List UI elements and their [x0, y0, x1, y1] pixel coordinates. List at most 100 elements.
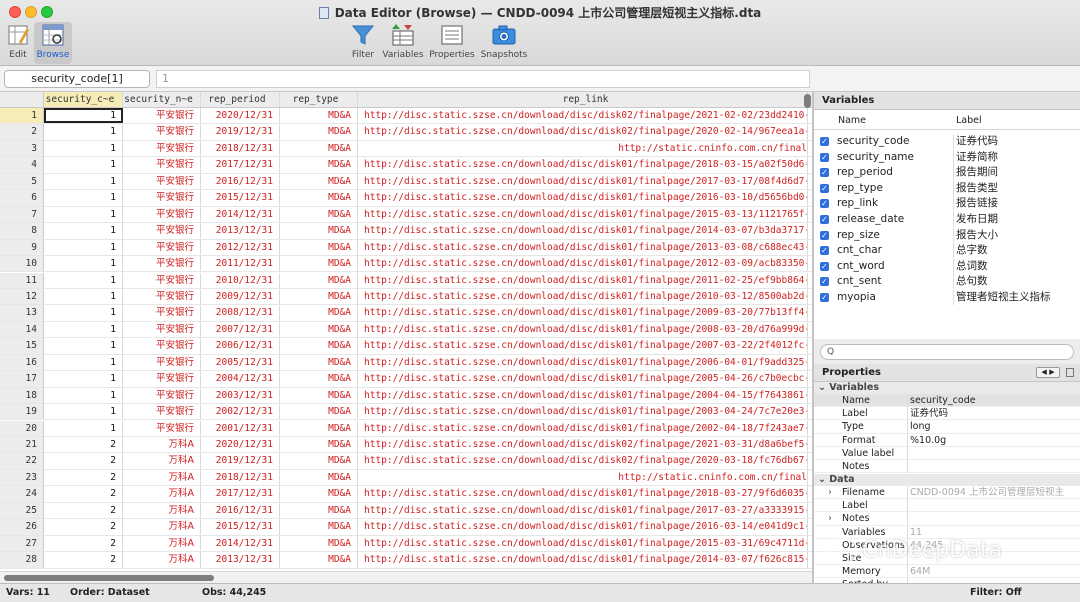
property-value[interactable]: 64M	[910, 565, 1074, 578]
cell-rep-type[interactable]: MD&A	[280, 519, 358, 535]
table-row[interactable]: 21 2 万科A 2020/12/31 MD&A http://disc.static.s…	[0, 437, 812, 454]
cell-rep-period[interactable]: 2014/12/31	[201, 206, 280, 223]
cell-rep-period[interactable]: 2013/12/31	[201, 552, 280, 568]
expand-icon[interactable]: ›	[828, 486, 832, 499]
table-row[interactable]: 19 1 平安银行 2002/12/31 MD&A http://disc.static.…	[0, 404, 812, 421]
cell-rep-type[interactable]: MD&A	[280, 256, 358, 272]
table-row[interactable]: 2 1 平安银行 2019/12/31 MD&A http://disc.static.s…	[0, 124, 812, 141]
table-row[interactable]: 12 1 平安银行 2009/12/31 MD&A http://disc.static.…	[0, 288, 812, 306]
cell-security-name[interactable]: 平安银行	[123, 108, 201, 124]
cell-rep-period[interactable]: 2003/12/31	[201, 387, 280, 404]
variable-item[interactable]: cnt_char总字数	[814, 243, 1080, 259]
property-value[interactable]: long	[910, 420, 1074, 433]
table-row[interactable]: 9 1 平安银行 2012/12/31 MD&A http://disc.static.s…	[0, 239, 812, 256]
cell-rep-link[interactable]: http://disc.static.szse.cn/download/disc…	[358, 190, 808, 206]
property-row[interactable]: Label	[814, 499, 1080, 513]
properties-section-data[interactable]: ⌄ Data	[814, 474, 1080, 486]
variable-item[interactable]: release_date发布日期	[814, 212, 1080, 228]
variable-item[interactable]: rep_link报告链接	[814, 196, 1080, 212]
cell-rep-period[interactable]: 2017/12/31	[201, 157, 280, 173]
cell-rep-period[interactable]: 2013/12/31	[201, 223, 280, 239]
cell-rep-period[interactable]: 2016/12/31	[201, 502, 280, 519]
table-row[interactable]: 28 2 万科A 2013/12/31 MD&A http://disc.static.s…	[0, 552, 812, 569]
cell-rep-type[interactable]: MD&A	[280, 140, 358, 157]
property-value[interactable]: %10.0g	[910, 434, 1074, 447]
cell-security-code[interactable]: 1	[44, 288, 123, 305]
variable-visible-checkbox[interactable]	[820, 181, 829, 196]
cell-rep-type[interactable]: MD&A	[280, 502, 358, 519]
cell-rep-link[interactable]: http://disc.static.szse.cn/download/disc…	[358, 519, 808, 535]
cell-rep-type[interactable]: MD&A	[280, 223, 358, 239]
cell-rep-period[interactable]: 2019/12/31	[201, 124, 280, 140]
cell-security-code[interactable]: 1	[44, 404, 123, 420]
variable-item[interactable]: cnt_word总词数	[814, 258, 1080, 275]
properties-button[interactable]: Properties	[428, 22, 476, 64]
cell-rep-link[interactable]: http://disc.static.szse.cn/download/disc…	[358, 206, 808, 223]
cell-security-code[interactable]: 2	[44, 469, 123, 486]
property-row[interactable]: Label 证券代码	[814, 407, 1080, 421]
cell-rep-link[interactable]: http://disc.static.szse.cn/download/disc…	[358, 552, 808, 568]
cell-security-code[interactable]: 1	[44, 305, 123, 321]
browse-mode-button[interactable]: Browse	[34, 22, 72, 64]
property-value[interactable]: CNDD-0094 上市公司管理层短视主	[910, 486, 1074, 499]
table-row[interactable]: 20 1 平安银行 2001/12/31 MD&A http://disc.static.…	[0, 420, 812, 437]
table-row[interactable]: 6 1 平安银行 2015/12/31 MD&A http://disc.static.s…	[0, 190, 812, 207]
cell-rep-period[interactable]: 2015/12/31	[201, 190, 280, 206]
cell-rep-period[interactable]: 2020/12/31	[201, 108, 280, 124]
variables-button[interactable]: Variables	[381, 22, 425, 64]
cell-security-name[interactable]: 平安银行	[123, 190, 201, 206]
cell-rep-link[interactable]: http://disc.static.szse.cn/download/disc…	[358, 124, 808, 140]
cell-security-name[interactable]: 平安银行	[123, 305, 201, 321]
table-row[interactable]: 27 2 万科A 2014/12/31 MD&A http://disc.static.s…	[0, 535, 812, 553]
property-row[interactable]: Memory 64M	[814, 565, 1080, 579]
cell-rep-period[interactable]: 2019/12/31	[201, 453, 280, 469]
variable-item[interactable]: rep_type报告类型	[814, 180, 1080, 197]
cell-rep-link[interactable]: http://disc.static.szse.cn/download/disc…	[358, 288, 808, 305]
cell-security-name[interactable]: 平安银行	[123, 140, 201, 157]
cell-rep-type[interactable]: MD&A	[280, 206, 358, 223]
edit-mode-button[interactable]: Edit	[2, 22, 34, 64]
variable-item[interactable]: rep_period报告期间	[814, 165, 1080, 181]
cell-security-code[interactable]: 2	[44, 519, 123, 535]
cell-security-name[interactable]: 平安银行	[123, 321, 201, 338]
name-column-header[interactable]: Name	[838, 112, 866, 130]
table-row[interactable]: 18 1 平安银行 2003/12/31 MD&A http://disc.static.…	[0, 387, 812, 405]
cell-security-name[interactable]: 平安银行	[123, 354, 201, 371]
cell-rep-period[interactable]: 2001/12/31	[201, 420, 280, 436]
cell-reference-box[interactable]: security_code[1]	[4, 70, 150, 88]
cell-rep-type[interactable]: MD&A	[280, 108, 358, 124]
cell-rep-link[interactable]: http://disc.static.szse.cn/download/disc…	[358, 108, 808, 124]
cell-security-name[interactable]: 万科A	[123, 437, 201, 453]
cell-rep-period[interactable]: 2010/12/31	[201, 272, 280, 288]
property-row[interactable]: Name security_code	[814, 394, 1080, 408]
cell-security-name[interactable]: 平安银行	[123, 371, 201, 387]
cell-rep-link[interactable]: http://disc.static.szse.cn/download/disc…	[358, 404, 808, 420]
cell-rep-type[interactable]: MD&A	[280, 404, 358, 420]
cell-rep-period[interactable]: 2002/12/31	[201, 404, 280, 420]
cell-rep-period[interactable]: 2006/12/31	[201, 338, 280, 354]
cell-rep-link[interactable]: http://disc.static.szse.cn/download/disc…	[358, 453, 808, 469]
cell-rep-type[interactable]: MD&A	[280, 387, 358, 404]
cell-security-name[interactable]: 万科A	[123, 519, 201, 535]
table-row[interactable]: 22 2 万科A 2019/12/31 MD&A http://disc.static.s…	[0, 453, 812, 470]
prev-next-variable-buttons[interactable]: ◀ ▶	[1036, 367, 1060, 378]
variable-visible-checkbox[interactable]	[820, 150, 829, 165]
cell-rep-type[interactable]: MD&A	[280, 371, 358, 387]
property-value[interactable]: security_code	[910, 394, 1074, 407]
cell-rep-link[interactable]: http://disc.static.szse.cn/download/disc…	[358, 371, 808, 387]
cell-rep-period[interactable]: 2015/12/31	[201, 519, 280, 535]
cell-security-code[interactable]: 1	[44, 256, 123, 272]
cell-rep-type[interactable]: MD&A	[280, 420, 358, 436]
cell-rep-link[interactable]: http://disc.static.szse.cn/download/disc…	[358, 502, 808, 519]
property-row[interactable]: Type long	[814, 420, 1080, 434]
cell-security-name[interactable]: 万科A	[123, 453, 201, 469]
cell-rep-type[interactable]: MD&A	[280, 469, 358, 486]
variable-item[interactable]: security_name证券简称	[814, 149, 1080, 166]
cell-rep-period[interactable]: 2008/12/31	[201, 305, 280, 321]
variable-item[interactable]: myopia管理者短视主义指标	[814, 290, 1080, 306]
cell-security-name[interactable]: 平安银行	[123, 206, 201, 223]
variable-visible-checkbox[interactable]	[820, 243, 829, 258]
cell-security-name[interactable]: 平安银行	[123, 173, 201, 190]
cell-rep-link[interactable]: http://disc.static.szse.cn/download/disc…	[358, 387, 808, 404]
cell-security-code[interactable]: 1	[44, 420, 123, 436]
